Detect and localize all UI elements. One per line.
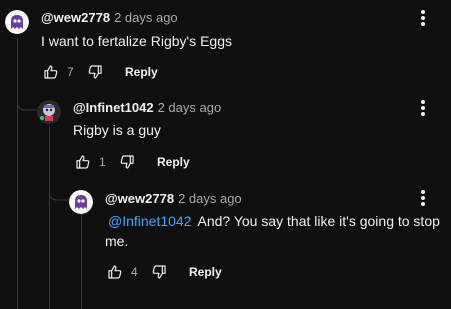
- more-vert-icon: [421, 190, 425, 206]
- comment-text: @Infinet1042 And? You say that like it's …: [105, 211, 445, 251]
- author-name[interactable]: @wew2778: [41, 10, 110, 25]
- comment-date[interactable]: 2 days ago: [114, 10, 178, 25]
- comment-header: @wew2778 2 days ago: [41, 10, 178, 26]
- comment-reply-level-1: @Infinet1042 2 days ago Rigby is a guy 1 …: [0, 96, 451, 184]
- ghost-avatar-icon[interactable]: [69, 190, 93, 214]
- reply-button[interactable]: Reply: [189, 265, 222, 279]
- thumbs-up-icon: [76, 155, 90, 169]
- action-menu-button[interactable]: [417, 8, 429, 28]
- comment-actions: 4 Reply: [105, 262, 222, 282]
- comment-top-level: @wew2778 2 days ago I want to fertalize R…: [0, 0, 451, 90]
- comment-date[interactable]: 2 days ago: [178, 191, 242, 206]
- like-count: 7: [67, 65, 74, 79]
- mention-link[interactable]: @Infinet1042: [108, 213, 192, 229]
- comment-actions: 1 Reply: [73, 152, 190, 172]
- thumbs-down-icon: [88, 65, 102, 79]
- author-name[interactable]: @wew2778: [105, 191, 174, 206]
- comment-text: I want to fertalize Rigby's Eggs: [41, 33, 232, 49]
- thumbs-up-icon: [108, 265, 122, 279]
- comment-header: @Infinet1042 2 days ago: [73, 100, 221, 116]
- thumbs-up-icon: [44, 65, 58, 79]
- dislike-button[interactable]: [85, 62, 105, 82]
- action-menu-button[interactable]: [417, 188, 429, 208]
- comment-header: @wew2778 2 days ago: [105, 191, 242, 207]
- comment-text: Rigby is a guy: [73, 122, 161, 138]
- author-name[interactable]: @Infinet1042: [73, 100, 154, 115]
- comment-date[interactable]: 2 days ago: [158, 100, 222, 115]
- action-menu-button[interactable]: [417, 98, 429, 118]
- thumbs-down-icon: [152, 265, 166, 279]
- more-vert-icon: [421, 100, 425, 116]
- dislike-button[interactable]: [149, 262, 169, 282]
- like-button[interactable]: [105, 262, 125, 282]
- dislike-button[interactable]: [117, 152, 137, 172]
- thumbs-down-icon: [120, 155, 134, 169]
- like-count: 1: [99, 155, 106, 169]
- comment-actions: 7 Reply: [41, 62, 158, 82]
- like-count: 4: [131, 265, 138, 279]
- character-avatar-icon[interactable]: [37, 100, 61, 124]
- reply-button[interactable]: Reply: [125, 65, 158, 79]
- ghost-avatar-icon[interactable]: [5, 10, 29, 34]
- reply-button[interactable]: Reply: [157, 155, 190, 169]
- more-vert-icon: [421, 10, 425, 26]
- comment-reply-level-2: @wew2778 2 days ago @Infinet1042 And? You …: [0, 186, 451, 286]
- like-button[interactable]: [73, 152, 93, 172]
- like-button[interactable]: [41, 62, 61, 82]
